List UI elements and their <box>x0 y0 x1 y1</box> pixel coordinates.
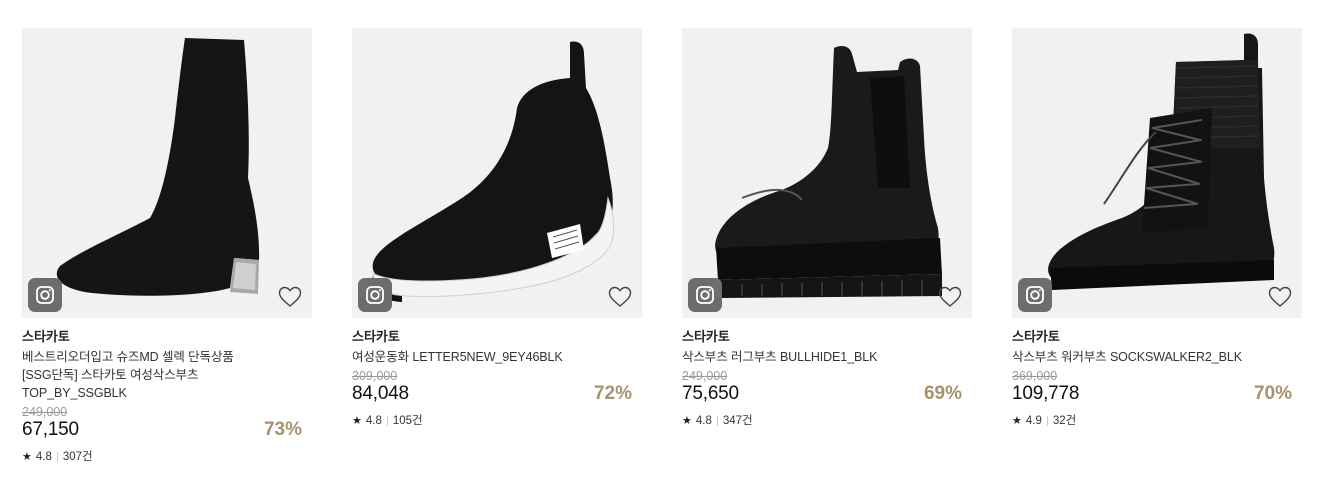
product-name[interactable]: 삭스부츠 러그부츠 BULLHIDE1_BLK <box>682 348 972 366</box>
product-card[interactable]: 스타카토 삭스부츠 워커부츠 SOCKSWALKER2_BLK 369,000 … <box>1012 28 1302 428</box>
product-name-line: 삭스부츠 워커부츠 SOCKSWALKER2_BLK <box>1012 350 1242 364</box>
product-card[interactable]: 스타카토 여성운동화 LETTER5NEW_9EY46BLK 309,000 8… <box>352 28 642 428</box>
discount-rate: 73% <box>263 419 302 440</box>
instagram-icon[interactable] <box>1018 278 1052 312</box>
divider <box>1046 416 1048 426</box>
product-name[interactable]: 여성운동화 LETTER5NEW_9EY46BLK <box>352 348 642 366</box>
price-row: 67,150 73% <box>22 419 312 441</box>
divider <box>386 416 388 426</box>
wishlist-heart-icon[interactable] <box>608 286 632 308</box>
product-card[interactable]: 스타카토 삭스부츠 러그부츠 BULLHIDE1_BLK 249,000 75,… <box>682 28 972 428</box>
product-card[interactable]: 스타카토 베스트리오더입고 슈즈MD 셀렉 단독상품 [SSG단독] 스타카토 … <box>22 28 312 464</box>
chelsea-boot-image <box>715 46 942 298</box>
divider <box>56 452 58 462</box>
sale-price: 75,650 <box>682 383 739 404</box>
price-row: 109,778 70% <box>1012 383 1302 405</box>
star-icon: ★ <box>682 415 692 427</box>
lace-up-walker-boot-image <box>1048 33 1275 290</box>
divider <box>716 416 718 426</box>
review-count: 105건 <box>392 415 423 427</box>
discount-rate: 69% <box>923 383 962 404</box>
original-price: 249,000 <box>22 405 68 419</box>
discount-rate: 70% <box>1253 383 1292 404</box>
rating-row: ★ 4.8 307건 <box>22 450 312 464</box>
product-name-line: 삭스부츠 러그부츠 BULLHIDE1_BLK <box>682 350 878 364</box>
rating-row: ★ 4.9 32건 <box>1012 414 1302 428</box>
original-price: 309,000 <box>352 369 398 383</box>
sock-heel-boot-image <box>56 38 260 296</box>
product-name-line: 베스트리오더입고 슈즈MD 셀렉 단독상품 <box>22 350 234 364</box>
rating-score: 4.8 <box>365 415 382 427</box>
product-name-line: TOP_BY_SSGBLK <box>22 386 127 400</box>
rating-score: 4.9 <box>1025 415 1042 427</box>
sale-price: 109,778 <box>1012 383 1080 404</box>
review-count: 32건 <box>1052 415 1077 427</box>
review-count: 307건 <box>62 451 93 463</box>
sale-price: 67,150 <box>22 419 79 440</box>
rating-score: 4.8 <box>695 415 712 427</box>
brand-name[interactable]: 스타카토 <box>22 329 312 345</box>
star-icon: ★ <box>1012 415 1022 427</box>
discount-rate: 72% <box>593 383 632 404</box>
product-name-line: 여성운동화 LETTER5NEW_9EY46BLK <box>352 350 563 364</box>
star-icon: ★ <box>352 415 362 427</box>
rating-row: ★ 4.8 347건 <box>682 414 972 428</box>
instagram-icon[interactable] <box>358 278 392 312</box>
product-name[interactable]: 삭스부츠 워커부츠 SOCKSWALKER2_BLK <box>1012 348 1302 366</box>
instagram-icon[interactable] <box>688 278 722 312</box>
sock-sneaker-image <box>371 41 615 302</box>
price-row: 84,048 72% <box>352 383 642 405</box>
rating-row: ★ 4.8 105건 <box>352 414 642 428</box>
instagram-icon[interactable] <box>28 278 62 312</box>
review-count: 347건 <box>722 415 753 427</box>
wishlist-heart-icon[interactable] <box>938 286 962 308</box>
product-image[interactable] <box>22 28 312 318</box>
original-price: 369,000 <box>1012 369 1058 383</box>
brand-name[interactable]: 스타카토 <box>1012 329 1302 345</box>
star-icon: ★ <box>22 451 32 463</box>
wishlist-heart-icon[interactable] <box>278 286 302 308</box>
product-image[interactable] <box>352 28 642 318</box>
rating-score: 4.8 <box>35 451 52 463</box>
sale-price: 84,048 <box>352 383 409 404</box>
brand-name[interactable]: 스타카토 <box>682 329 972 345</box>
product-grid: 스타카토 베스트리오더입고 슈즈MD 셀렉 단독상품 [SSG단독] 스타카토 … <box>0 0 1317 485</box>
product-image[interactable] <box>682 28 972 318</box>
product-name-line: [SSG단독] 스타카토 여성삭스부츠 <box>22 368 199 382</box>
product-image[interactable] <box>1012 28 1302 318</box>
product-name[interactable]: 베스트리오더입고 슈즈MD 셀렉 단독상품 [SSG단독] 스타카토 여성삭스부… <box>22 348 312 402</box>
brand-name[interactable]: 스타카토 <box>352 329 642 345</box>
price-row: 75,650 69% <box>682 383 972 405</box>
wishlist-heart-icon[interactable] <box>1268 286 1292 308</box>
original-price: 249,000 <box>682 369 728 383</box>
